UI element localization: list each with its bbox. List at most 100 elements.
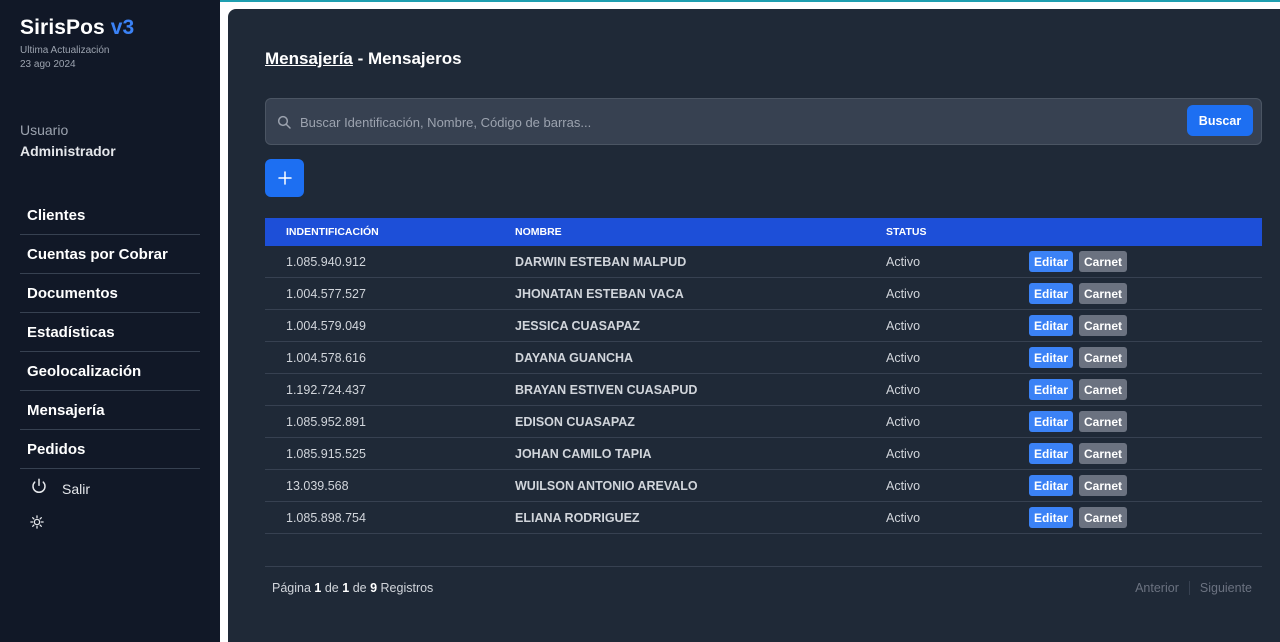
sidebar-item-clientes[interactable]: Clientes (20, 196, 200, 235)
brand-name: SirisPos (20, 16, 105, 39)
next-page-button[interactable]: Siguiente (1188, 580, 1262, 595)
of-word: de (324, 580, 339, 595)
carnet-button[interactable]: Carnet (1079, 315, 1128, 336)
prev-page-button[interactable]: Anterior (1125, 581, 1189, 595)
table-row: 13.039.568 WUILSON ANTONIO AREVALO Activo E… (265, 470, 1262, 502)
page-word: Página (272, 580, 311, 595)
cell-actions: Editar Carnet (1029, 315, 1262, 336)
table-row: 1.085.952.891 EDISON CUASAPAZ Activo Editar… (265, 406, 1262, 438)
cell-actions: Editar Carnet (1029, 507, 1262, 528)
edit-button[interactable]: Editar (1029, 475, 1074, 496)
cell-status: Activo (886, 414, 921, 429)
edit-button[interactable]: Editar (1029, 443, 1074, 464)
brand-version: v3 (110, 16, 135, 39)
total-pages: 1 (342, 580, 350, 595)
breadcrumb: Mensajería - Mensajeros (265, 49, 462, 69)
sidebar-nav: Clientes Cuentas por Cobrar Documentos E… (20, 196, 200, 469)
power-icon (30, 477, 48, 500)
main-panel: Mensajería - Mensajeros Buscar Indentifi… (228, 9, 1280, 642)
last-update-date: 23 ago 2024 (20, 59, 76, 70)
of-word-2: de (352, 580, 367, 595)
breadcrumb-separator: - (352, 49, 368, 68)
edit-button[interactable]: Editar (1029, 507, 1074, 528)
sidebar-item-estadisticas[interactable]: Estadísticas (20, 313, 200, 352)
user-label: Usuario (20, 122, 69, 138)
edit-button[interactable]: Editar (1029, 315, 1074, 336)
cell-status: Activo (886, 318, 921, 333)
plus-icon (277, 171, 292, 185)
carnet-button[interactable]: Carnet (1079, 251, 1128, 272)
header-identificacion: Indentificación (286, 226, 379, 238)
cell-status: Activo (886, 510, 921, 525)
cell-identificacion: 1.085.915.525 (286, 446, 366, 461)
carnet-button[interactable]: Carnet (1079, 475, 1128, 496)
theme-toggle-sun-icon[interactable] (30, 515, 44, 533)
table-row: 1.085.940.912 DARWIN ESTEBAN MALPUD Activo… (265, 246, 1262, 278)
messengers-table: Indentificación Nombre Status 1.085.940.… (265, 218, 1262, 534)
edit-button[interactable]: Editar (1029, 251, 1074, 272)
page-title: Mensajeros (368, 49, 462, 68)
carnet-button[interactable]: Carnet (1079, 443, 1128, 464)
edit-button[interactable]: Editar (1029, 283, 1074, 304)
search-bar: Buscar (265, 98, 1262, 145)
sidebar: SirisPos v3 Ultima Actualización 23 ago … (0, 0, 220, 642)
cell-identificacion: 1.085.898.754 (286, 510, 366, 525)
table-row: 1.004.578.616 DAYANA GUANCHA Activo Editar C… (265, 342, 1262, 374)
cell-nombre: DARWIN ESTEBAN MALPUD (515, 254, 687, 269)
table-row: 1.004.577.527 JHONATAN ESTEBAN VACA Activo… (265, 278, 1262, 310)
cell-nombre: JHONATAN ESTEBAN VACA (515, 286, 684, 301)
records-word: Registros (380, 580, 434, 595)
last-update-label: Ultima Actualización (20, 45, 110, 56)
cell-actions: Editar Carnet (1029, 347, 1262, 368)
cell-actions: Editar Carnet (1029, 251, 1262, 272)
search-button[interactable]: Buscar (1187, 105, 1253, 136)
header-nombre: Nombre (515, 226, 562, 238)
cell-nombre: JOHAN CAMILO TAPIA (515, 446, 652, 461)
cell-identificacion: 1.004.578.616 (286, 350, 366, 365)
page-info: Página 1 de 1 de 9 Registros (265, 581, 433, 595)
cell-status: Activo (886, 254, 921, 269)
pager: Anterior Siguiente (1125, 580, 1262, 595)
sidebar-item-mensajeria[interactable]: Mensajería (20, 391, 200, 430)
cell-identificacion: 1.004.579.049 (286, 318, 366, 333)
sidebar-item-cuentas-por-cobrar[interactable]: Cuentas por Cobrar (20, 235, 200, 274)
edit-button[interactable]: Editar (1029, 347, 1074, 368)
table-row: 1.192.724.437 BRAYAN ESTIVEN CUASAPUD Acti… (265, 374, 1262, 406)
carnet-button[interactable]: Carnet (1079, 283, 1128, 304)
edit-button[interactable]: Editar (1029, 379, 1074, 400)
sidebar-item-geolocalizacion[interactable]: Geolocalización (20, 352, 200, 391)
cell-nombre: JESSICA CUASAPAZ (515, 318, 641, 333)
cell-identificacion: 1.085.952.891 (286, 414, 366, 429)
logout-button[interactable]: Salir (30, 477, 90, 500)
carnet-button[interactable]: Carnet (1079, 411, 1128, 432)
record-count: 9 (370, 580, 378, 595)
cell-nombre: ELIANA RODRIGUEZ (515, 510, 640, 525)
cell-status: Activo (886, 446, 921, 461)
cell-status: Activo (886, 286, 921, 301)
cell-nombre: WUILSON ANTONIO AREVALO (515, 478, 698, 493)
cell-identificacion: 1.004.577.527 (286, 286, 366, 301)
header-status: Status (886, 226, 927, 238)
sidebar-item-pedidos[interactable]: Pedidos (20, 430, 200, 469)
cell-actions: Editar Carnet (1029, 379, 1262, 400)
table-row: 1.085.898.754 ELIANA RODRIGUEZ Activo Edita… (265, 502, 1262, 534)
cell-identificacion: 1.192.724.437 (286, 382, 366, 397)
table-header: Indentificación Nombre Status (265, 218, 1262, 246)
cell-actions: Editar Carnet (1029, 283, 1262, 304)
search-input[interactable] (300, 107, 1180, 137)
carnet-button[interactable]: Carnet (1079, 347, 1128, 368)
cell-identificacion: 1.085.940.912 (286, 254, 366, 269)
add-messenger-button[interactable] (265, 159, 304, 197)
brand-logo: SirisPos v3 (20, 16, 134, 40)
breadcrumb-mensajeria-link[interactable]: Mensajería (265, 49, 353, 68)
current-page: 1 (314, 580, 322, 595)
sidebar-item-documentos[interactable]: Documentos (20, 274, 200, 313)
cell-nombre: DAYANA GUANCHA (515, 350, 634, 365)
cell-actions: Editar Carnet (1029, 411, 1262, 432)
cell-identificacion: 13.039.568 (286, 478, 349, 493)
carnet-button[interactable]: Carnet (1079, 507, 1128, 528)
carnet-button[interactable]: Carnet (1079, 379, 1128, 400)
table-row: 1.085.915.525 JOHAN CAMILO TAPIA Activo Edi… (265, 438, 1262, 470)
table-row: 1.004.579.049 JESSICA CUASAPAZ Activo Edita… (265, 310, 1262, 342)
edit-button[interactable]: Editar (1029, 411, 1074, 432)
